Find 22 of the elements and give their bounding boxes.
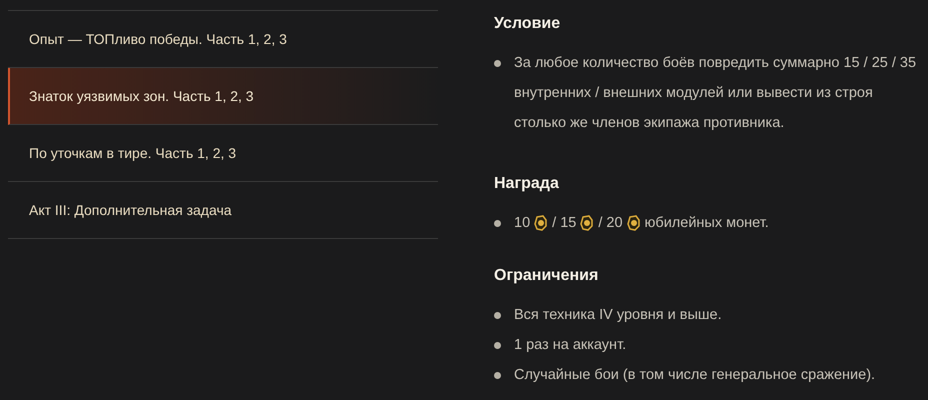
mission-tab[interactable]: По уточкам в тире. Часть 1, 2, 3 — [8, 125, 438, 182]
bullet-icon — [494, 312, 501, 319]
reward-text: / 15 — [552, 214, 576, 233]
bullet-text: За любое количество боёв повредить суммарно 15 / 25 / 35 внутренних / внешних модулей или вывести из строя столько же членов экипажа противника. — [514, 54, 918, 133]
section-heading: Условие — [494, 14, 562, 34]
bullet-icon — [494, 220, 501, 227]
reward-text: / 20 — [598, 214, 623, 233]
bullet-icon — [494, 60, 501, 67]
bullet-icon — [494, 372, 501, 379]
section-heading: Награда — [494, 174, 560, 194]
coin-icon — [580, 215, 594, 231]
section-heading: Ограничения — [494, 266, 600, 286]
coin-icon — [534, 215, 548, 231]
reward-text: 10 — [514, 214, 530, 233]
mission-tab[interactable]: Акт III: Дополнительная задача — [8, 182, 438, 239]
bullet-text: 1 раз на аккаунт. — [514, 336, 626, 355]
bullet-text: Вся техника IV уровня и выше. — [514, 306, 722, 325]
bullet-text: Случайные бои (в том числе генеральное сражение). — [514, 366, 876, 385]
reward-text: юбилейных монет. — [644, 214, 769, 233]
coin-icon — [626, 215, 641, 231]
bullet-icon — [494, 342, 501, 349]
mission-tab[interactable]: Знаток уязвимых зон. Часть 1, 2, 3 — [8, 68, 438, 125]
